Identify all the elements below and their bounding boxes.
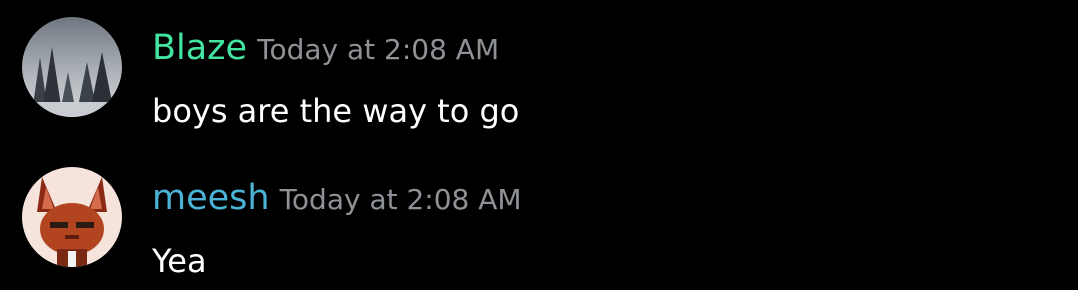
avatar[interactable] <box>22 167 122 267</box>
username[interactable]: Blaze <box>152 28 247 68</box>
message-text: Yea <box>152 242 207 280</box>
fox-character-avatar-icon <box>22 167 122 267</box>
message-header: meesh Today at 2:08 AM <box>152 178 522 218</box>
chat-message: Blaze Today at 2:08 AM boys are the way t… <box>0 0 1078 150</box>
timestamp: Today at 2:08 AM <box>257 33 500 66</box>
winter-forest-avatar-icon <box>22 17 122 117</box>
avatar[interactable] <box>22 17 122 117</box>
timestamp: Today at 2:08 AM <box>279 183 522 216</box>
message-header: Blaze Today at 2:08 AM <box>152 28 499 68</box>
username[interactable]: meesh <box>152 178 270 218</box>
chat-message: meesh Today at 2:08 AM Yea <box>0 150 1078 290</box>
message-text: boys are the way to go <box>152 92 520 130</box>
